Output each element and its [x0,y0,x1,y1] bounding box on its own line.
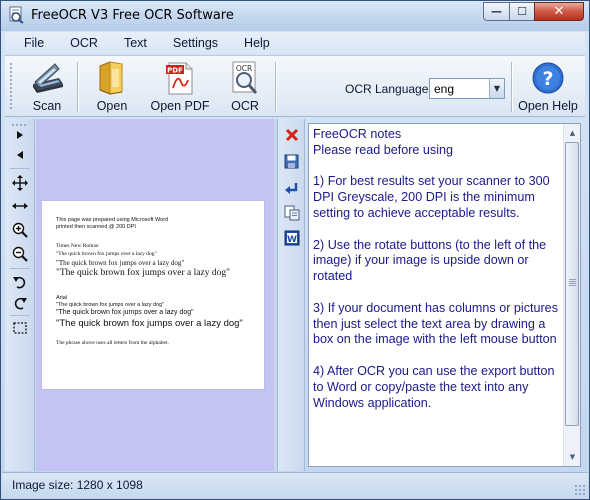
window-title: FreeOCR V3 Free OCR Software [31,8,234,23]
page-line: "The quick brown fox jumps over a lazy d… [56,268,230,278]
menu-file[interactable]: File [5,36,53,50]
main-toolbar: Scan Open PDF Open PDF OCR OCR OCR Langu… [5,55,585,117]
ocr-text-area[interactable]: FreeOCR notes Please read before using 1… [308,123,581,467]
title-bar[interactable]: FreeOCR V3 Free OCR Software — ☐ ✕ [1,1,589,31]
insert-icon[interactable] [283,180,300,197]
menu-settings[interactable]: Settings [156,36,227,50]
zoom-in-icon[interactable] [12,222,28,238]
word-export-icon[interactable]: W [283,229,300,246]
open-help-button[interactable]: ? Open Help [517,58,579,116]
open-help-label: Open Help [518,99,578,113]
close-button[interactable]: ✕ [534,2,584,21]
notes-text[interactable]: FreeOCR notes Please read before using 1… [313,127,563,411]
menu-ocr[interactable]: OCR [53,36,107,50]
fit-width-icon[interactable] [12,198,28,214]
page-line: This page was prepared using Microsoft W… [56,217,169,223]
folder-icon [94,60,130,96]
page-line: Arial [56,295,68,301]
open-pdf-label: Open PDF [150,99,210,113]
rotate-right-icon[interactable] [12,295,28,311]
open-label: Open [96,99,128,113]
page-line: printed then scanned @ 200 DPI [56,224,136,230]
strip-separator [10,315,30,316]
strip-separator [10,168,30,169]
maximize-icon: ☐ [517,5,527,18]
clear-icon[interactable] [283,126,300,143]
scroll-down-icon[interactable]: ▼ [565,448,580,465]
ocr-language-label: OCR Language: [345,82,432,96]
word-badge-text: W [287,235,297,245]
app-window: FreeOCR V3 Free OCR Software — ☐ ✕ File … [0,0,590,500]
ocr-language-select[interactable]: eng ▼ [429,78,505,99]
pdf-file-icon: PDF [162,60,198,96]
ocr-badge-text: OCR [236,64,252,73]
page-line: "The quick brown fox jumps over a lazy d… [56,251,157,257]
next-page-icon[interactable] [12,127,28,143]
toolbar-separator [275,62,277,112]
page-line: "The quick brown fox jumps over a lazy d… [56,309,194,316]
page-line: "The quick brown fox jumps over a lazy d… [56,259,185,267]
minimize-button[interactable]: — [483,2,510,21]
scroll-thumb[interactable] [565,142,579,426]
move-icon[interactable] [12,175,28,191]
strip-grip[interactable] [11,123,27,126]
scanned-page-image[interactable]: This page was prepared using Microsoft W… [42,201,264,389]
prev-page-icon[interactable] [12,147,28,163]
toolbar-separator [511,62,513,112]
zoom-out-icon[interactable] [12,246,28,262]
image-preview-panel[interactable]: This page was prepared using Microsoft W… [36,119,274,471]
image-size-status: Image size: 1280 x 1098 [12,478,143,492]
ocr-button[interactable]: OCR OCR [221,58,269,116]
image-tools-strip [5,119,35,471]
rotate-left-icon[interactable] [12,274,28,290]
menu-help[interactable]: Help [227,36,279,50]
page-line: Times New Roman [56,243,99,249]
ocr-magnifier-icon: OCR [227,60,263,96]
scanner-icon [29,60,65,96]
select-area-icon[interactable] [12,320,28,336]
text-scrollbar[interactable]: ▲ ▼ [563,124,580,466]
close-icon: ✕ [553,4,565,19]
maximize-button[interactable]: ☐ [509,2,535,21]
save-icon[interactable] [283,153,300,170]
strip-separator [10,268,30,269]
dropdown-arrow-icon[interactable]: ▼ [489,79,504,98]
scroll-up-icon[interactable]: ▲ [565,124,580,141]
open-button[interactable]: Open [89,58,135,116]
svg-text:?: ? [542,68,553,90]
help-icon: ? [530,60,566,96]
toolbar-grip[interactable] [9,62,13,110]
page-line: "The quick brown fox jumps over a lazy d… [56,302,165,308]
text-tools-strip: W [277,119,305,471]
page-line: "The quick brown fox jumps over a lazy d… [56,318,243,329]
scan-button[interactable]: Scan [23,58,71,116]
minimize-icon: — [491,5,502,18]
pdf-badge-text: PDF [167,67,183,75]
status-bar: Image size: 1280 x 1098 [2,472,588,498]
resize-grip[interactable] [574,484,585,495]
toolbar-separator [77,62,79,112]
scan-label: Scan [32,99,62,113]
menu-bar: File OCR Text Settings Help [5,32,585,54]
open-pdf-button[interactable]: PDF Open PDF [149,58,211,116]
ocr-label: OCR [231,99,259,113]
ocr-language-value: eng [434,82,455,96]
app-icon[interactable] [7,6,25,24]
page-line: The phrase above uses all letters from t… [56,340,169,346]
copy-icon[interactable] [283,204,300,221]
menu-text[interactable]: Text [107,36,156,50]
